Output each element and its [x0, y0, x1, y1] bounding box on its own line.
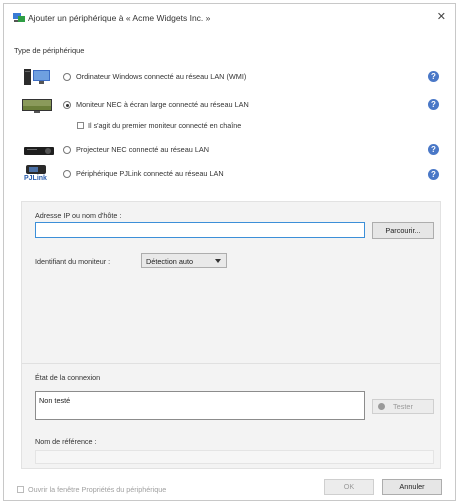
device-radio-windows[interactable] — [63, 73, 71, 81]
ip-address-label: Adresse IP ou nom d'hôte : — [35, 211, 122, 220]
device-option-label: Projecteur NEC connecté au réseau LAN — [76, 145, 210, 154]
reference-name-input[interactable] — [35, 450, 434, 464]
ok-button[interactable]: OK — [324, 479, 374, 495]
help-icon[interactable]: ? — [428, 169, 439, 180]
pjlink-logo-text: PJLink — [24, 175, 47, 182]
windows-computer-icon — [24, 69, 50, 85]
daisy-chain-checkbox[interactable] — [77, 122, 84, 129]
close-icon[interactable]: ✕ — [437, 10, 446, 23]
open-properties-label: Ouvrir la fenêtre Propriétés du périphér… — [28, 485, 167, 494]
ip-address-input[interactable] — [35, 222, 365, 238]
test-button[interactable]: Tester — [372, 399, 434, 414]
title-bar: Ajouter un périphérique à « Acme Widgets… — [4, 4, 455, 30]
device-option-pjlink[interactable]: PJLink Périphérique PJLink connecté au r… — [4, 164, 455, 186]
window-title: Ajouter un périphérique à « Acme Widgets… — [28, 13, 211, 23]
device-option-label: Moniteur NEC à écran large connecté au r… — [76, 100, 249, 109]
help-icon[interactable]: ? — [428, 144, 439, 155]
connection-status-box: Non testé — [35, 391, 365, 420]
pjlink-device-icon — [26, 165, 46, 174]
add-device-dialog: Ajouter un périphérique à « Acme Widgets… — [3, 3, 456, 501]
divider — [22, 363, 440, 364]
pjlink-icon: PJLink — [22, 164, 52, 186]
daisy-chain-label: Il s'agit du premier moniteur connecté e… — [88, 121, 242, 130]
cancel-button[interactable]: Annuler — [382, 479, 442, 495]
monitor-id-label: Identifiant du moniteur : — [35, 257, 111, 266]
connection-status-label: État de la connexion — [35, 373, 101, 382]
app-icon — [13, 13, 25, 22]
device-option-projector[interactable]: Projecteur NEC connecté au réseau LAN ? — [4, 141, 455, 159]
monitor-id-select[interactable]: Détection auto — [141, 253, 227, 268]
device-radio-projector[interactable] — [63, 146, 71, 154]
device-radio-monitor[interactable] — [63, 101, 71, 109]
device-option-label: Périphérique PJLink connecté au réseau L… — [76, 169, 224, 178]
chevron-down-icon — [215, 259, 221, 263]
device-option-monitor[interactable]: Moniteur NEC à écran large connecté au r… — [4, 96, 455, 114]
help-icon[interactable]: ? — [428, 71, 439, 82]
projector-icon — [24, 147, 54, 155]
device-radio-pjlink[interactable] — [63, 170, 71, 178]
help-icon[interactable]: ? — [428, 99, 439, 110]
reference-name-label: Nom de référence : — [35, 437, 97, 446]
device-option-label: Ordinateur Windows connecté au réseau LA… — [76, 72, 247, 81]
open-properties-checkbox[interactable] — [17, 486, 24, 493]
device-type-group-label: Type de périphérique — [14, 46, 85, 55]
connection-status-value: Non testé — [39, 396, 71, 405]
device-option-windows[interactable]: Ordinateur Windows connecté au réseau LA… — [4, 68, 455, 86]
widescreen-monitor-icon — [22, 99, 52, 113]
test-icon — [378, 403, 385, 410]
test-button-label: Tester — [393, 402, 413, 411]
connection-panel: Adresse IP ou nom d'hôte : Parcourir... … — [21, 201, 441, 469]
browse-button[interactable]: Parcourir... — [372, 222, 434, 239]
monitor-id-value: Détection auto — [146, 257, 194, 266]
